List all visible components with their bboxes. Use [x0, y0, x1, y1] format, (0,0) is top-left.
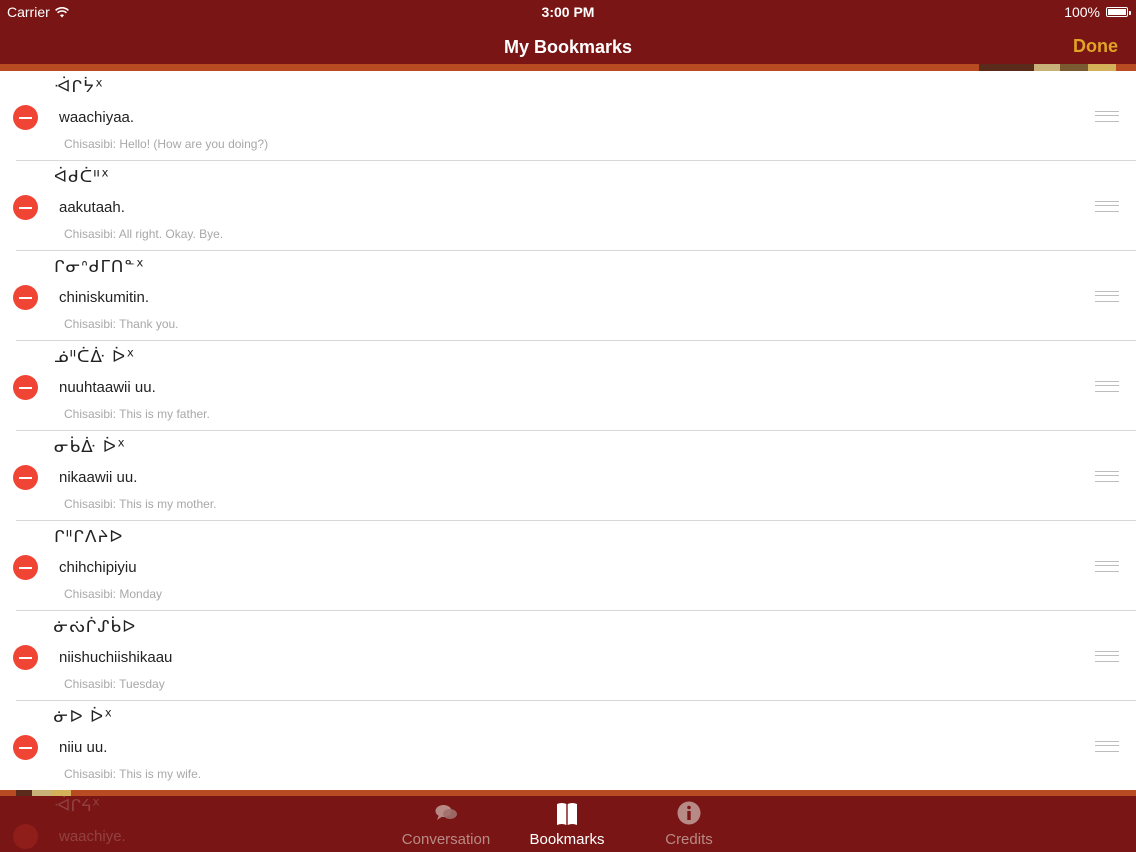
battery-percentage: 100%	[1064, 4, 1100, 20]
delete-icon[interactable]	[13, 195, 38, 220]
reorder-handle-icon[interactable]	[1095, 471, 1119, 482]
tab-bookmarks[interactable]: Bookmarks	[507, 796, 627, 852]
chat-bubbles-icon	[435, 805, 457, 820]
list-item[interactable]: ᐙᒋᔮᕽ waachiyaa. Chisasibi: Hello! (How a…	[0, 71, 1136, 161]
list-item[interactable]: ᓃᔔᒌᔑᑳᐅ niishuchiishikaau Chisasibi: Tues…	[0, 611, 1136, 701]
status-battery: 100%	[1064, 4, 1131, 20]
delete-icon[interactable]	[13, 285, 38, 310]
ghost-roman-text: waachiye.	[59, 828, 126, 845]
roman-text: waachiyaa.	[59, 109, 135, 126]
list-item[interactable]: ᒋᐦᒋᐱᔨᐅ chihchipiyiu Chisasibi: Monday	[0, 521, 1136, 611]
syllabic-text: ᓂᑳᐑ ᐆᕽ	[54, 437, 127, 457]
roman-text: nikaawii uu.	[59, 469, 138, 486]
syllabic-text: ᐙᒋᔮᕽ	[54, 77, 105, 97]
reorder-handle-icon[interactable]	[1095, 201, 1119, 212]
translation-text: Chisasibi: Hello! (How are you doing?)	[64, 137, 269, 151]
list-item[interactable]: ᒋᓂᐢᑯᒥᑎᓐᕽ chiniskumitin. Chisasibi: Thank…	[0, 251, 1136, 341]
delete-icon[interactable]	[13, 645, 38, 670]
delete-icon[interactable]	[13, 735, 38, 760]
delete-icon	[13, 824, 38, 849]
tab-conversation-label: Conversation	[401, 831, 491, 848]
syllabic-text: ᓅᐦᑖᐑ ᐆᕽ	[54, 347, 136, 367]
syllabic-text: ᓃᔔᒌᔑᑳᐅ	[54, 617, 137, 637]
tab-conversation[interactable]: Conversation	[386, 796, 506, 852]
delete-icon[interactable]	[13, 555, 38, 580]
roman-text: nuuhtaawii uu.	[59, 379, 156, 396]
battery-icon	[1106, 7, 1131, 17]
translation-text: Chisasibi: Thank you.	[64, 317, 179, 331]
book-icon	[557, 803, 577, 825]
ghost-syllabic-text: ᐙᒋᔦᕽ	[54, 796, 101, 815]
list-item[interactable]: ᐋᑯᑖᐦᕽ aakutaah. Chisasibi: All right. Ok…	[0, 161, 1136, 251]
translation-text: Chisasibi: All right. Okay. Bye.	[64, 227, 224, 241]
delete-icon[interactable]	[13, 105, 38, 130]
tab-bar: ᐙᒋᔦᕽ waachiye. Conversation Bookmarks Cr…	[0, 796, 1136, 852]
delete-icon[interactable]	[13, 375, 38, 400]
status-time: 3:00 PM	[541, 4, 595, 20]
roman-text: chihchipiyiu	[59, 559, 137, 576]
translation-text: Chisasibi: This is my mother.	[64, 497, 217, 511]
list-item[interactable]: ᓂᑳᐑ ᐆᕽ nikaawii uu. Chisasibi: This is m…	[0, 431, 1136, 521]
tab-credits[interactable]: Credits	[629, 796, 749, 852]
syllabic-text: ᒋᐦᒋᐱᔨᐅ	[54, 527, 124, 547]
tab-credits-label: Credits	[665, 831, 713, 848]
reorder-handle-icon[interactable]	[1095, 381, 1119, 392]
info-icon	[677, 801, 701, 825]
syllabic-text: ᒋᓂᐢᑯᒥᑎᓐᕽ	[54, 257, 145, 277]
reorder-handle-icon[interactable]	[1095, 291, 1119, 302]
syllabic-text: ᐋᑯᑖᐦᕽ	[54, 167, 110, 187]
roman-text: aakutaah.	[59, 199, 125, 216]
page-title: My Bookmarks	[503, 37, 633, 57]
translation-text: Chisasibi: This is my wife.	[64, 767, 202, 781]
translation-text: Chisasibi: Monday	[64, 587, 163, 601]
delete-icon[interactable]	[13, 465, 38, 490]
translation-text: Chisasibi: Tuesday	[64, 677, 165, 691]
list-item[interactable]: ᓃᐅ ᐆᕽ niiu uu. Chisasibi: This is my wif…	[0, 701, 1136, 790]
translation-text: Chisasibi: This is my father.	[64, 407, 210, 421]
list-item[interactable]: ᓅᐦᑖᐑ ᐆᕽ nuuhtaawii uu. Chisasibi: This i…	[0, 341, 1136, 431]
reorder-handle-icon[interactable]	[1095, 561, 1119, 572]
tab-bookmarks-label: Bookmarks	[529, 831, 605, 848]
roman-text: niishuchiishikaau	[59, 649, 173, 666]
done-button[interactable]: Done	[1073, 36, 1118, 57]
reorder-handle-icon[interactable]	[1095, 741, 1119, 752]
roman-text: niiu uu.	[59, 739, 108, 756]
roman-text: chiniskumitin.	[59, 289, 150, 306]
reorder-handle-icon[interactable]	[1095, 111, 1119, 122]
navigation-bar: Carrier 3:00 PM 100% My Bookmarks Done	[0, 0, 1136, 64]
syllabic-text: ᓃᐅ ᐆᕽ	[54, 707, 114, 727]
reorder-handle-icon[interactable]	[1095, 651, 1119, 662]
bookmark-list: ᐙᒋᔮᕽ waachiyaa. Chisasibi: Hello! (How a…	[0, 71, 1136, 790]
decorative-strip	[0, 64, 1136, 71]
